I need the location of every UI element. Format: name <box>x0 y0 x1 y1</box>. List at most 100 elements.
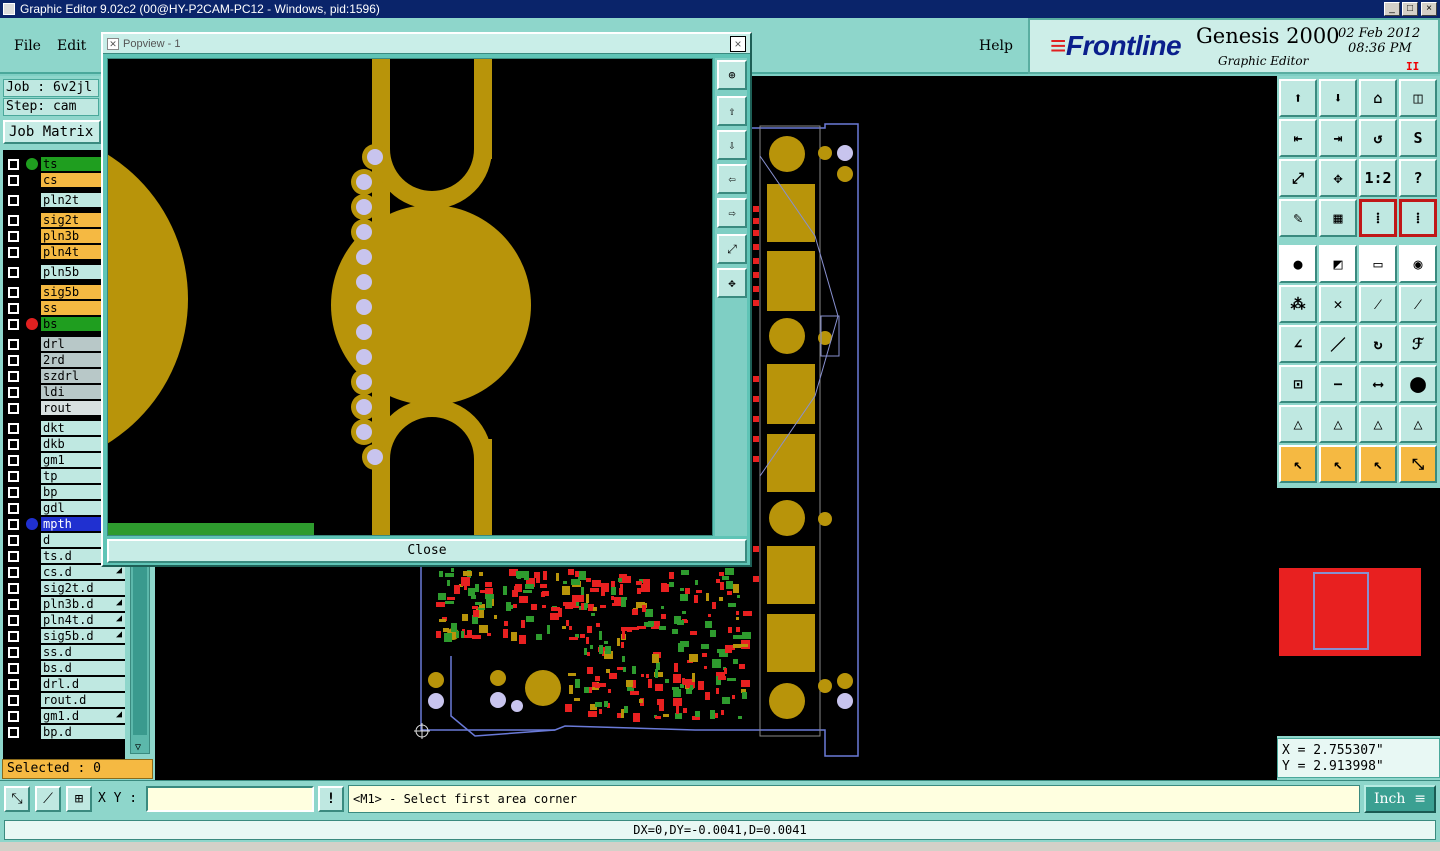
layer-row-sig5b-d[interactable]: sig5b.d ◢ <box>3 628 125 644</box>
select3-icon[interactable]: ↖ <box>1359 445 1397 483</box>
tri4-icon[interactable]: △ <box>1399 405 1437 443</box>
layer-checkbox[interactable] <box>8 247 19 258</box>
layer-row-gm1-d[interactable]: gm1.d ◢ <box>3 708 125 724</box>
redo-icon[interactable]: S <box>1399 119 1437 157</box>
popview-canvas[interactable] <box>107 58 713 536</box>
layer-checkbox[interactable] <box>8 695 19 706</box>
layer-row-bs-d[interactable]: bs.d <box>3 660 125 676</box>
layer-checkbox[interactable] <box>8 647 19 658</box>
close-icon[interactable]: × <box>1421 2 1437 16</box>
angle-icon[interactable]: ∠ <box>1279 325 1317 363</box>
select-icon[interactable]: ↖ <box>1279 445 1317 483</box>
drill-icon[interactable]: ◉ <box>1399 245 1437 283</box>
home-icon[interactable]: ⌂ <box>1359 79 1397 117</box>
popview-close-button[interactable]: Close <box>107 539 747 563</box>
layer-checkbox[interactable] <box>8 339 19 350</box>
layer-name[interactable]: drl.d <box>41 677 125 691</box>
layer-name[interactable]: gm1.d <box>41 709 125 723</box>
undo-icon[interactable]: ↺ <box>1359 119 1397 157</box>
route-icon[interactable]: ◩ <box>1319 245 1357 283</box>
center-icon[interactable]: ✥ <box>1319 159 1357 197</box>
layer-checkbox[interactable] <box>8 215 19 226</box>
path-icon[interactable]: ⤡ <box>1399 445 1437 483</box>
layer-checkbox[interactable] <box>8 371 19 382</box>
layer-checkbox[interactable] <box>8 551 19 562</box>
popview-fit-icon[interactable]: ⤢ <box>717 234 747 264</box>
layer-checkbox[interactable] <box>8 663 19 674</box>
layer-name[interactable]: cs.d <box>41 565 125 579</box>
popview-close-icon[interactable]: × <box>730 36 746 52</box>
layer-checkbox[interactable] <box>8 439 19 450</box>
line-blue-icon[interactable]: ⁄ <box>1399 285 1437 323</box>
select2-icon[interactable]: ↖ <box>1319 445 1357 483</box>
connect-icon[interactable]: ⁂ <box>1279 285 1317 323</box>
measure-mode-icon[interactable]: ⟋ <box>35 786 61 812</box>
import-icon[interactable]: ⇤ <box>1279 119 1317 157</box>
layer-row-ss-d[interactable]: ss.d <box>3 644 125 660</box>
shape-icon[interactable]: ⬤ <box>1399 365 1437 403</box>
layer-name[interactable]: pln4t.d <box>41 613 125 627</box>
minimize-icon[interactable]: _ <box>1384 2 1400 16</box>
layer-name[interactable]: sig2t.d <box>41 581 125 595</box>
arc-icon[interactable]: ↻ <box>1359 325 1397 363</box>
tri3-icon[interactable]: △ <box>1359 405 1397 443</box>
layer-checkbox[interactable] <box>8 567 19 578</box>
snap2-icon[interactable]: ⁞ <box>1399 199 1437 237</box>
help-icon[interactable]: ? <box>1399 159 1437 197</box>
layer-row-drl-d[interactable]: drl.d <box>3 676 125 692</box>
popview-pan-down-icon[interactable]: ⇩ <box>717 130 747 160</box>
layer-name[interactable]: bp.d <box>41 725 125 739</box>
cross-icon[interactable]: ✕ <box>1319 285 1357 323</box>
layer-row-pln3b-d[interactable]: pln3b.d ◢ <box>3 596 125 612</box>
layer-checkbox[interactable] <box>8 471 19 482</box>
menu-file[interactable]: File <box>14 38 41 54</box>
layer-checkbox[interactable] <box>8 727 19 738</box>
split-icon[interactable]: ⊡ <box>1279 365 1317 403</box>
slash-icon[interactable]: ／ <box>1319 325 1357 363</box>
layer-checkbox[interactable] <box>8 615 19 626</box>
layer-checkbox[interactable] <box>8 303 19 314</box>
layer-checkbox[interactable] <box>8 159 19 170</box>
text-icon[interactable]: ℱ <box>1399 325 1437 363</box>
layer-checkbox[interactable] <box>8 195 19 206</box>
layer-checkbox[interactable] <box>8 423 19 434</box>
layer-row-bp-d[interactable]: bp.d <box>3 724 125 740</box>
layer-checkbox[interactable] <box>8 355 19 366</box>
layer-checkbox[interactable] <box>8 487 19 498</box>
popview-window[interactable]: ✕ Popview - 1 × ⊕ ⇧ ⇩ ⇦ ⇨ ⤢ ✥ Close <box>101 32 752 567</box>
layer-list-scrollbar[interactable]: ▽ <box>130 566 150 754</box>
layer-checkbox[interactable] <box>8 583 19 594</box>
layer-checkbox[interactable] <box>8 319 19 330</box>
open-icon[interactable]: ⬆ <box>1279 79 1317 117</box>
line-red-icon[interactable]: ⁄ <box>1359 285 1397 323</box>
grid-mode-icon[interactable]: ⊞ <box>66 786 92 812</box>
layer-checkbox[interactable] <box>8 503 19 514</box>
layer-name[interactable]: bs.d <box>41 661 125 675</box>
layer-checkbox[interactable] <box>8 535 19 546</box>
layer-checkbox[interactable] <box>8 679 19 690</box>
save-icon[interactable]: ⬇ <box>1319 79 1357 117</box>
export-icon[interactable]: ⇥ <box>1319 119 1357 157</box>
snap-icon[interactable]: ⁞ <box>1359 199 1397 237</box>
layer-checkbox[interactable] <box>8 403 19 414</box>
layer-name[interactable]: pln3b.d <box>41 597 125 611</box>
popview-center-icon[interactable]: ✥ <box>717 268 747 298</box>
tri2-icon[interactable]: △ <box>1319 405 1357 443</box>
layer-checkbox[interactable] <box>8 711 19 722</box>
layer-checkbox[interactable] <box>8 287 19 298</box>
popview-pan-left-icon[interactable]: ⇦ <box>717 164 747 194</box>
pad-icon[interactable]: ● <box>1279 245 1317 283</box>
layer-checkbox[interactable] <box>8 267 19 278</box>
units-dropdown[interactable]: Inch ≡ <box>1364 785 1436 813</box>
layer-checkbox[interactable] <box>8 455 19 466</box>
tools-icon[interactable]: ✎ <box>1279 199 1317 237</box>
layer-name[interactable]: ss.d <box>41 645 125 659</box>
popview-pan-right-icon[interactable]: ⇨ <box>717 198 747 228</box>
layer-checkbox[interactable] <box>8 599 19 610</box>
popview-pan-up-icon[interactable]: ⇧ <box>717 96 747 126</box>
layer-row-pln4t-d[interactable]: pln4t.d ◢ <box>3 612 125 628</box>
window-icon[interactable]: ◫ <box>1399 79 1437 117</box>
ruler-icon[interactable]: ▭ <box>1359 245 1397 283</box>
snap-mode-icon[interactable]: ⤡ <box>4 786 30 812</box>
minus-icon[interactable]: − <box>1319 365 1357 403</box>
